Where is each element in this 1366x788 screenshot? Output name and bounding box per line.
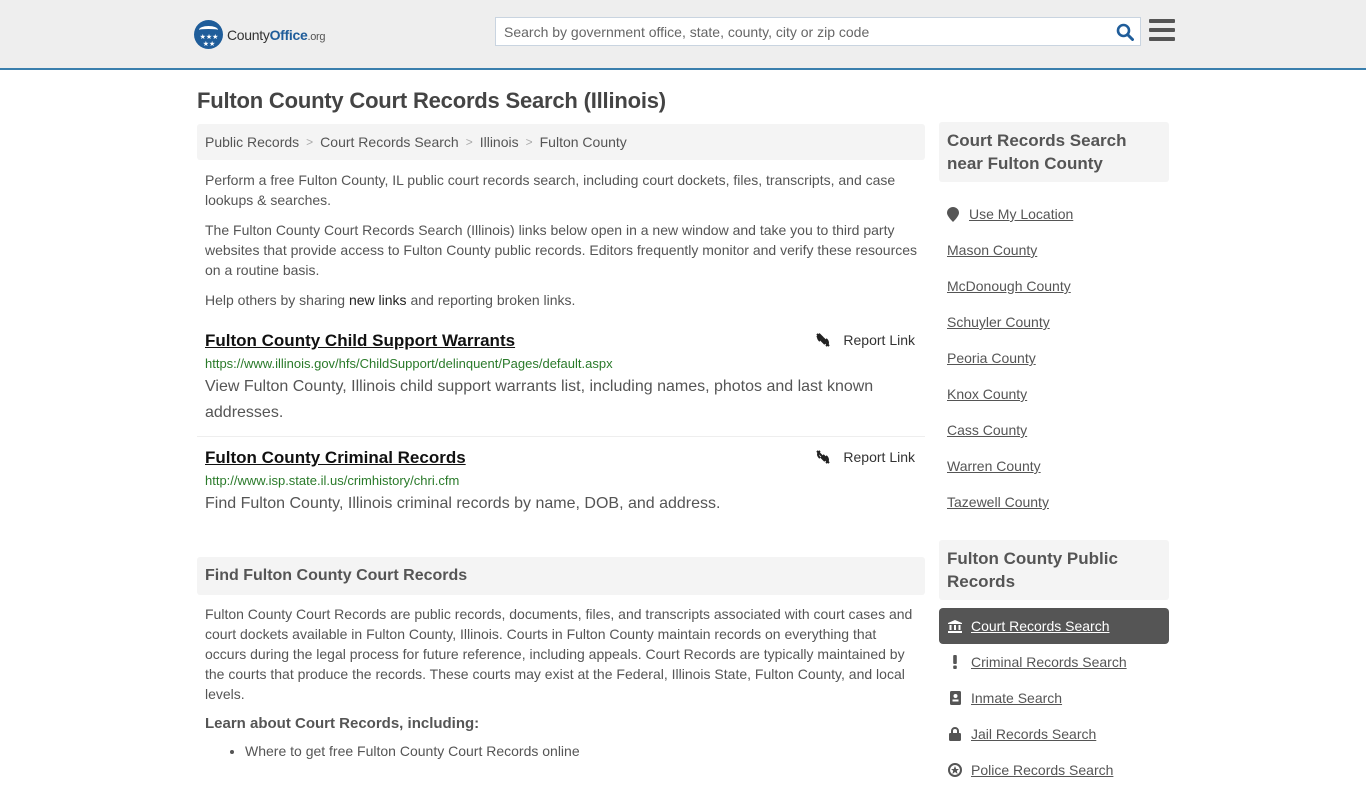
learn-about-heading: Learn about Court Records, including: (205, 715, 480, 732)
nearby-county-item: McDonough County (939, 268, 1169, 304)
eagle-logo-icon: ★★★ ★★ (194, 20, 223, 49)
report-link-button[interactable]: Report Link (815, 332, 915, 348)
nearby-county-item: Cass County (939, 412, 1169, 448)
breadcrumb: Public Records > Court Records Search > … (197, 124, 925, 160)
find-records-body: Fulton County Court Records are public r… (205, 606, 913, 702)
public-records-item-police[interactable]: Police Records Search (939, 752, 1169, 788)
lock-icon (949, 727, 961, 741)
search-box (495, 17, 1141, 46)
nearby-county-link[interactable]: Cass County (947, 422, 1027, 438)
resource-url: http://www.isp.state.il.us/crimhistory/c… (205, 473, 460, 488)
map-pin-icon (947, 206, 959, 222)
logo-text: CountyOffice.org (227, 26, 326, 43)
use-my-location-link[interactable]: Use My Location (969, 206, 1073, 222)
resource-description: Find Fulton County, Illinois criminal re… (205, 495, 721, 512)
breadcrumb-court-records-search[interactable]: Court Records Search (320, 134, 459, 150)
intro-paragraph: The Fulton County Court Records Search (… (205, 222, 918, 278)
search-icon (1116, 23, 1134, 41)
report-link-label: Report Link (843, 332, 915, 348)
breadcrumb-separator: > (306, 135, 314, 149)
learn-about-list: Where to get free Fulton County Court Re… (197, 741, 925, 761)
resource-description: View Fulton County, Illinois child suppo… (205, 378, 874, 421)
public-records-link[interactable]: Police Records Search (971, 762, 1113, 778)
exclamation-icon (953, 655, 957, 669)
breadcrumb-separator: > (525, 135, 533, 149)
public-records-link[interactable]: Court Records Search (971, 618, 1110, 634)
use-my-location-item: Use My Location (939, 196, 1169, 232)
nearby-county-item: Peoria County (939, 340, 1169, 376)
find-records-heading: Find Fulton County Court Records (197, 557, 925, 595)
site-logo[interactable]: ★★★ ★★ CountyOffice.org (194, 20, 326, 49)
intro: Perform a free Fulton County, IL public … (197, 170, 925, 310)
share-links-paragraph: Help others by sharing new links and rep… (205, 292, 576, 308)
nearby-county-link[interactable]: McDonough County (947, 278, 1071, 294)
nearby-county-link[interactable]: Peoria County (947, 350, 1036, 366)
resource-link-title[interactable]: Fulton County Child Support Warrants (205, 330, 515, 352)
nearby-county-link[interactable]: Schuyler County (947, 314, 1050, 330)
nearby-county-link[interactable]: Warren County (947, 458, 1041, 474)
nearby-county-item: Tazewell County (939, 484, 1169, 520)
top-bar: ★★★ ★★ CountyOffice.org (0, 0, 1366, 70)
nearby-county-item: Mason County (939, 232, 1169, 268)
public-records-link[interactable]: Criminal Records Search (971, 654, 1127, 670)
menu-bar (1149, 28, 1175, 32)
menu-bar (1149, 19, 1175, 23)
public-records-item-court[interactable]: Court Records Search (939, 608, 1169, 644)
sidebar: Court Records Search near Fulton County … (939, 122, 1169, 788)
menu-bar (1149, 37, 1175, 41)
broken-link-icon (816, 450, 831, 464)
search-input[interactable] (496, 18, 1110, 45)
report-link-button[interactable]: Report Link (815, 449, 915, 465)
public-records-item-jail[interactable]: Jail Records Search (939, 716, 1169, 752)
new-links-link[interactable]: new links (349, 292, 407, 308)
breadcrumb-public-records[interactable]: Public Records (205, 134, 299, 150)
resource-link-item: Fulton County Criminal Records Report Li… (197, 447, 925, 517)
public-records-link[interactable]: Inmate Search (971, 690, 1062, 706)
resource-link-item: Fulton County Child Support Warrants Rep… (197, 330, 925, 437)
nearby-county-item: Knox County (939, 376, 1169, 412)
broken-link-icon (816, 333, 831, 347)
nearby-heading: Court Records Search near Fulton County (939, 122, 1169, 182)
nearby-county-link[interactable]: Tazewell County (947, 494, 1049, 510)
learn-about-item: Where to get free Fulton County Court Re… (245, 741, 925, 761)
breadcrumb-fulton-county[interactable]: Fulton County (540, 134, 627, 150)
report-link-label: Report Link (843, 449, 915, 465)
courthouse-icon (948, 619, 962, 633)
nearby-county-item: Schuyler County (939, 304, 1169, 340)
police-badge-icon (948, 763, 962, 777)
public-records-heading: Fulton County Public Records (939, 540, 1169, 600)
nearby-county-link[interactable]: Knox County (947, 386, 1027, 402)
intro-paragraph: Perform a free Fulton County, IL public … (205, 172, 896, 208)
id-badge-icon (949, 691, 961, 705)
resource-link-title[interactable]: Fulton County Criminal Records (205, 447, 466, 469)
nearby-county-item: Warren County (939, 448, 1169, 484)
public-records-item-inmate[interactable]: Inmate Search (939, 680, 1169, 716)
nearby-county-link[interactable]: Mason County (947, 242, 1037, 258)
public-records-list: Court Records Search Criminal Records Se… (939, 608, 1169, 788)
search-button[interactable] (1110, 18, 1140, 45)
page-title: Fulton County Court Records Search (Illi… (197, 88, 666, 113)
breadcrumb-illinois[interactable]: Illinois (480, 134, 519, 150)
main-content: Public Records > Court Records Search > … (197, 124, 925, 761)
resource-url: https://www.illinois.gov/hfs/ChildSuppor… (205, 356, 613, 371)
nearby-list: Use My Location Mason County McDonough C… (939, 196, 1169, 520)
breadcrumb-separator: > (465, 135, 473, 149)
hamburger-menu-button[interactable] (1149, 19, 1175, 43)
public-records-item-criminal[interactable]: Criminal Records Search (939, 644, 1169, 680)
public-records-link[interactable]: Jail Records Search (971, 726, 1096, 742)
